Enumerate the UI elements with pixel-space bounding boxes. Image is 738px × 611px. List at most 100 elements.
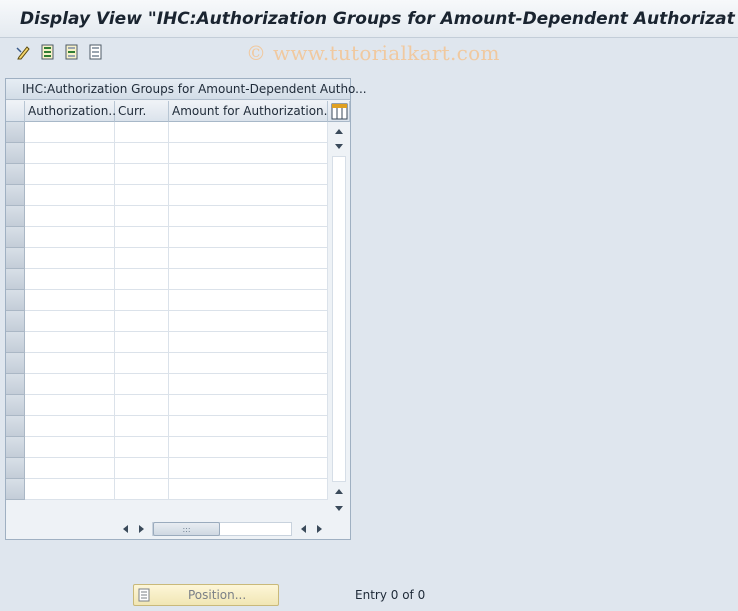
row-selector[interactable] [6,164,25,185]
position-button[interactable]: Position... [133,584,279,606]
table-row [25,206,328,227]
table-cell[interactable] [169,479,328,500]
page-title: Display View "IHC:Authorization Groups f… [20,9,735,29]
table-cell[interactable] [115,458,169,479]
row-selector[interactable] [6,269,25,290]
table-cell[interactable] [25,164,115,185]
vertical-scroll-track[interactable] [332,156,346,482]
table-cell[interactable] [169,458,328,479]
column-header-amount[interactable]: Amount for Authorization... [169,101,335,122]
table-cell[interactable] [25,311,115,332]
table-cell[interactable] [115,227,169,248]
table-cell[interactable] [115,395,169,416]
table-cell[interactable] [115,374,169,395]
table-cell[interactable] [25,395,115,416]
table-row [25,395,328,416]
column-header-currency[interactable]: Curr. [115,101,169,122]
watermark: © www.tutorialkart.com [246,41,500,65]
table-cell[interactable] [25,374,115,395]
table-cell[interactable] [115,206,169,227]
row-selector[interactable] [6,143,25,164]
select-all-icon[interactable] [39,43,57,61]
table-cell[interactable] [115,290,169,311]
table-cell[interactable] [115,311,169,332]
table-cell[interactable] [25,185,115,206]
table-cell[interactable] [169,374,328,395]
deselect-all-icon[interactable] [87,43,105,61]
scroll-up-icon[interactable] [332,140,346,154]
row-selector[interactable] [6,395,25,416]
scroll-right-icon[interactable] [135,522,149,536]
table-cell[interactable] [169,143,328,164]
table-cell[interactable] [169,290,328,311]
scroll-page-down-icon[interactable] [332,502,346,516]
table-cell[interactable] [115,332,169,353]
row-selector[interactable] [6,416,25,437]
table-cell[interactable] [169,122,328,143]
table-cell[interactable] [25,206,115,227]
table-cell[interactable] [115,143,169,164]
table-cell[interactable] [115,248,169,269]
scroll-left-end-icon[interactable] [296,522,310,536]
table-cell[interactable] [115,437,169,458]
table-cell[interactable] [25,416,115,437]
row-selector[interactable] [6,185,25,206]
table-cell[interactable] [25,458,115,479]
scroll-left-icon[interactable] [118,522,132,536]
horizontal-scroll-thumb[interactable]: ::: [153,522,220,536]
row-selector[interactable] [6,290,25,311]
row-selector[interactable] [6,374,25,395]
row-selector[interactable] [6,206,25,227]
scroll-right-end-icon[interactable] [313,522,327,536]
select-all-rows-corner[interactable] [6,101,25,122]
table-cell[interactable] [169,269,328,290]
table-cell[interactable] [169,185,328,206]
table-control: IHC:Authorization Groups for Amount-Depe… [5,78,367,540]
row-selector[interactable] [6,122,25,143]
table-cell[interactable] [169,164,328,185]
table-caption: IHC:Authorization Groups for Amount-Depe… [6,79,367,100]
row-selector[interactable] [6,227,25,248]
row-selector[interactable] [6,437,25,458]
table-cell[interactable] [115,164,169,185]
table-row [25,290,328,311]
table-cell[interactable] [115,269,169,290]
table-cell[interactable] [25,479,115,500]
table-cell[interactable] [25,332,115,353]
row-selector[interactable] [6,332,25,353]
table-cell[interactable] [169,206,328,227]
vertical-scrollbar[interactable] [329,122,349,518]
table-cell[interactable] [25,122,115,143]
table-cell[interactable] [25,437,115,458]
table-cell[interactable] [25,290,115,311]
select-block-icon[interactable] [63,43,81,61]
table-cell[interactable] [169,353,328,374]
row-selector[interactable] [6,458,25,479]
table-cell[interactable] [169,416,328,437]
table-cell[interactable] [25,227,115,248]
table-cell[interactable] [115,479,169,500]
row-selector[interactable] [6,353,25,374]
column-header-authorization-group[interactable]: Authorization... [25,101,120,122]
table-cell[interactable] [25,143,115,164]
table-cell[interactable] [25,269,115,290]
table-cell[interactable] [169,437,328,458]
table-cell[interactable] [169,311,328,332]
table-cell[interactable] [169,395,328,416]
row-selector[interactable] [6,248,25,269]
row-selector[interactable] [6,311,25,332]
scroll-page-up-icon[interactable] [332,124,346,138]
row-selector[interactable] [6,479,25,500]
table-cell[interactable] [169,332,328,353]
scroll-down-icon[interactable] [332,484,346,498]
table-cell[interactable] [169,227,328,248]
table-settings-icon[interactable] [331,103,348,120]
table-cell[interactable] [115,353,169,374]
table-cell[interactable] [25,353,115,374]
change-display-icon[interactable] [15,43,33,61]
table-cell[interactable] [115,185,169,206]
table-cell[interactable] [115,416,169,437]
table-cell[interactable] [115,122,169,143]
table-cell[interactable] [25,248,115,269]
table-cell[interactable] [169,248,328,269]
